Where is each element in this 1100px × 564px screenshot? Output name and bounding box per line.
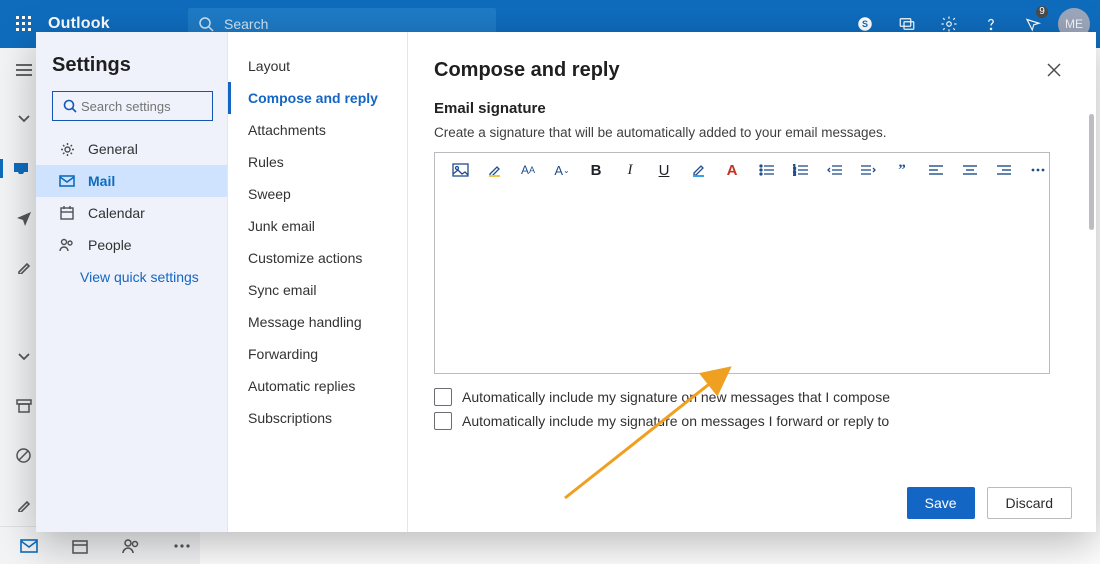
- subnav-compose-and-reply[interactable]: Compose and reply: [228, 82, 407, 114]
- gear-icon: [58, 142, 76, 157]
- search-icon: [59, 99, 81, 113]
- settings-title: Settings: [52, 54, 213, 77]
- text-highlight-color-icon[interactable]: [689, 161, 707, 179]
- highlight-icon[interactable]: [485, 161, 503, 179]
- checkbox-label: Automatically include my signature on me…: [462, 413, 889, 429]
- subnav-layout[interactable]: Layout: [228, 50, 407, 82]
- font-color-icon[interactable]: A: [723, 161, 741, 179]
- checkbox-icon[interactable]: [434, 412, 452, 430]
- svg-text:3: 3: [793, 172, 796, 176]
- svg-text:S: S: [862, 19, 868, 29]
- notification-badge: 9: [1036, 6, 1048, 18]
- search-settings-input[interactable]: [81, 99, 201, 114]
- nav-label: General: [88, 141, 138, 157]
- subnav-customize-actions[interactable]: Customize actions: [228, 242, 407, 274]
- section-description: Create a signature that will be automati…: [434, 125, 1070, 140]
- subnav-rules[interactable]: Rules: [228, 146, 407, 178]
- checkbox-label: Automatically include my signature on ne…: [462, 389, 890, 405]
- nav-label: Calendar: [88, 205, 145, 221]
- mail-icon[interactable]: [20, 539, 38, 553]
- checkbox-forward-reply[interactable]: Automatically include my signature on me…: [434, 412, 1070, 430]
- font-family-icon[interactable]: AA: [519, 161, 537, 179]
- editor-toolbar: AA A⌄ B I U A 123 ”: [435, 153, 1049, 187]
- checkbox-new-messages[interactable]: Automatically include my signature on ne…: [434, 388, 1070, 406]
- section-heading: Email signature: [434, 100, 1070, 117]
- signature-editor[interactable]: AA A⌄ B I U A 123 ”: [434, 152, 1050, 374]
- discard-button[interactable]: Discard: [987, 487, 1072, 519]
- panel-title: Compose and reply: [434, 59, 620, 82]
- mail-icon: [58, 175, 76, 187]
- global-search-input[interactable]: [224, 16, 464, 32]
- align-right-icon[interactable]: [995, 161, 1013, 179]
- save-button[interactable]: Save: [907, 487, 975, 519]
- more-icon[interactable]: [174, 544, 190, 548]
- subnav-forwarding[interactable]: Forwarding: [228, 338, 407, 370]
- subnav-message-handling[interactable]: Message handling: [228, 306, 407, 338]
- nav-label: People: [88, 237, 132, 253]
- align-left-icon[interactable]: [927, 161, 945, 179]
- outdent-icon[interactable]: [825, 161, 843, 179]
- subnav-attachments[interactable]: Attachments: [228, 114, 407, 146]
- subnav-junk-email[interactable]: Junk email: [228, 210, 407, 242]
- align-center-icon[interactable]: [961, 161, 979, 179]
- bullet-list-icon[interactable]: [757, 161, 775, 179]
- search-icon: [188, 16, 224, 32]
- bold-icon[interactable]: B: [587, 161, 605, 179]
- insert-image-icon[interactable]: [451, 161, 469, 179]
- nav-people[interactable]: People: [52, 229, 213, 261]
- close-button[interactable]: [1038, 54, 1070, 86]
- number-list-icon[interactable]: 123: [791, 161, 809, 179]
- nav-label: Mail: [88, 173, 115, 189]
- nav-calendar[interactable]: Calendar: [52, 197, 213, 229]
- quote-icon[interactable]: ”: [893, 161, 911, 179]
- app-title: Outlook: [48, 15, 188, 33]
- indent-icon[interactable]: [859, 161, 877, 179]
- subnav-subscriptions[interactable]: Subscriptions: [228, 402, 407, 434]
- subnav-sync-email[interactable]: Sync email: [228, 274, 407, 306]
- font-size-icon[interactable]: A⌄: [553, 161, 571, 179]
- nav-mail[interactable]: Mail: [36, 165, 227, 197]
- italic-icon[interactable]: I: [621, 161, 639, 179]
- settings-modal: Settings General Mail Calendar People Vi…: [36, 32, 1096, 532]
- nav-general[interactable]: General: [52, 133, 213, 165]
- underline-icon[interactable]: U: [655, 161, 673, 179]
- checkbox-icon[interactable]: [434, 388, 452, 406]
- more-icon[interactable]: [1029, 161, 1047, 179]
- view-quick-settings-link[interactable]: View quick settings: [52, 269, 213, 285]
- scrollbar[interactable]: [1089, 114, 1094, 230]
- people-icon: [58, 238, 76, 252]
- subnav-automatic-replies[interactable]: Automatic replies: [228, 370, 407, 402]
- subnav-sweep[interactable]: Sweep: [228, 178, 407, 210]
- search-settings[interactable]: [52, 91, 213, 121]
- calendar-icon: [58, 206, 76, 220]
- calendar-icon[interactable]: [72, 538, 88, 554]
- people-icon[interactable]: [122, 538, 140, 554]
- app-launcher-icon[interactable]: [0, 16, 48, 32]
- settings-subnav: Layout Compose and reply Attachments Rul…: [228, 32, 408, 532]
